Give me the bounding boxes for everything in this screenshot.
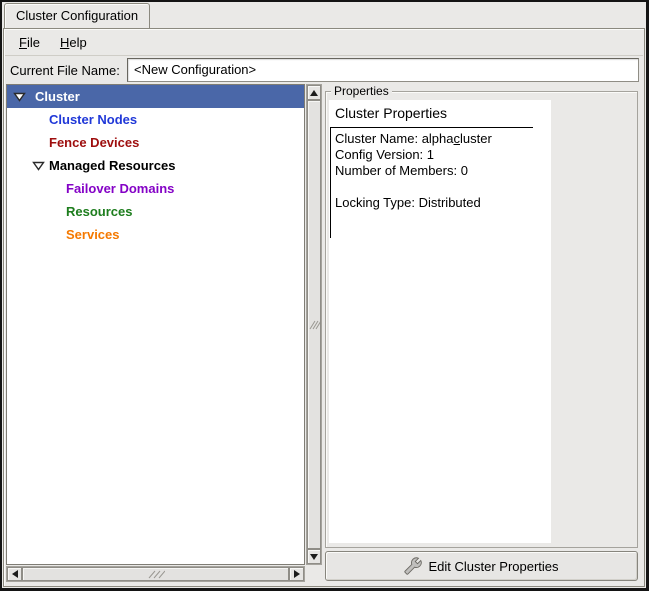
arrow-down-icon [310,554,318,560]
property-line [335,179,549,195]
scrollbar-grip-icon [147,570,165,579]
scroll-left-button[interactable] [7,567,22,581]
properties-frame: Properties Cluster Properties Cluster Na… [325,91,638,548]
tree-item-label: Cluster [35,85,80,108]
scrollbar-grip-icon [309,319,320,331]
scroll-right-button[interactable] [289,567,304,581]
menu-help[interactable]: Help [51,31,96,54]
property-line: Config Version: 1 [335,147,549,163]
scroll-up-button[interactable] [307,85,321,100]
tree-item-label: Resources [66,200,132,223]
tree-item-cluster[interactable]: Cluster [7,85,304,108]
menu-bar: File Help [5,30,643,56]
notebook-page: File Help Current File Name: <New Config… [3,28,645,587]
tree-item-label: Fence Devices [49,131,139,154]
property-line: Number of Members: 0 [335,163,549,179]
tree-item-label: Managed Resources [49,154,175,177]
menu-help-mnemonic: H [60,35,69,50]
content-left-rule [330,127,331,238]
menu-help-rest: elp [69,35,86,50]
property-line: Cluster Name: alphacluster [335,131,549,147]
wrench-icon [404,557,422,575]
property-line: Locking Type: Distributed [335,195,549,211]
cluster-tree-panel: ClusterCluster NodesFence DevicesManaged… [6,84,322,582]
arrow-right-icon [294,570,300,578]
cluster-tree: ClusterCluster NodesFence DevicesManaged… [6,84,305,565]
property-lines: Cluster Name: alphaclusterConfig Version… [335,131,549,211]
tree-item-label: Services [66,223,120,246]
menu-file[interactable]: File [10,31,49,54]
properties-content: Cluster Properties Cluster Name: alphacl… [329,100,551,543]
current-file-name-label: Current File Name: [10,63,120,78]
tree-item-failover-domains[interactable]: Failover Domains [7,177,304,200]
vertical-scrollbar-thumb[interactable] [307,100,321,549]
expander-triangle-icon[interactable] [32,161,45,171]
current-file-name-value: <New Configuration> [134,62,256,77]
edit-button-label: Edit Cluster Properties [428,559,558,574]
tree-item-label: Cluster Nodes [49,108,137,131]
tree-vertical-scrollbar[interactable] [306,84,322,565]
properties-frame-label: Properties [331,84,392,98]
tree-horizontal-scrollbar[interactable] [6,566,305,582]
tab-cluster-configuration[interactable]: Cluster Configuration [4,3,150,28]
heading-underline [330,127,533,128]
tree-item-services[interactable]: Services [7,223,304,246]
tree-item-label: Failover Domains [66,177,174,200]
edit-cluster-properties-button[interactable]: Edit Cluster Properties [325,551,638,581]
properties-heading: Cluster Properties [335,105,551,121]
horizontal-scrollbar-thumb[interactable] [22,567,289,581]
app-window: Cluster Configuration File Help Current … [0,0,649,591]
expander-triangle-icon[interactable] [13,92,26,102]
menu-file-rest: ile [27,35,40,50]
arrow-left-icon [12,570,18,578]
tree-item-cluster-nodes[interactable]: Cluster Nodes [7,108,304,131]
arrow-up-icon [310,90,318,96]
tree-item-fence-devices[interactable]: Fence Devices [7,131,304,154]
scroll-down-button[interactable] [307,549,321,564]
properties-panel: Properties Cluster Properties Cluster Na… [324,84,641,583]
menu-file-mnemonic: F [19,35,27,50]
tree-item-managed-resources[interactable]: Managed Resources [7,154,304,177]
filename-row: Current File Name: <New Configuration> [6,57,641,84]
current-file-name-input[interactable]: <New Configuration> [127,58,639,82]
tree-item-resources[interactable]: Resources [7,200,304,223]
tab-title: Cluster Configuration [16,8,138,23]
